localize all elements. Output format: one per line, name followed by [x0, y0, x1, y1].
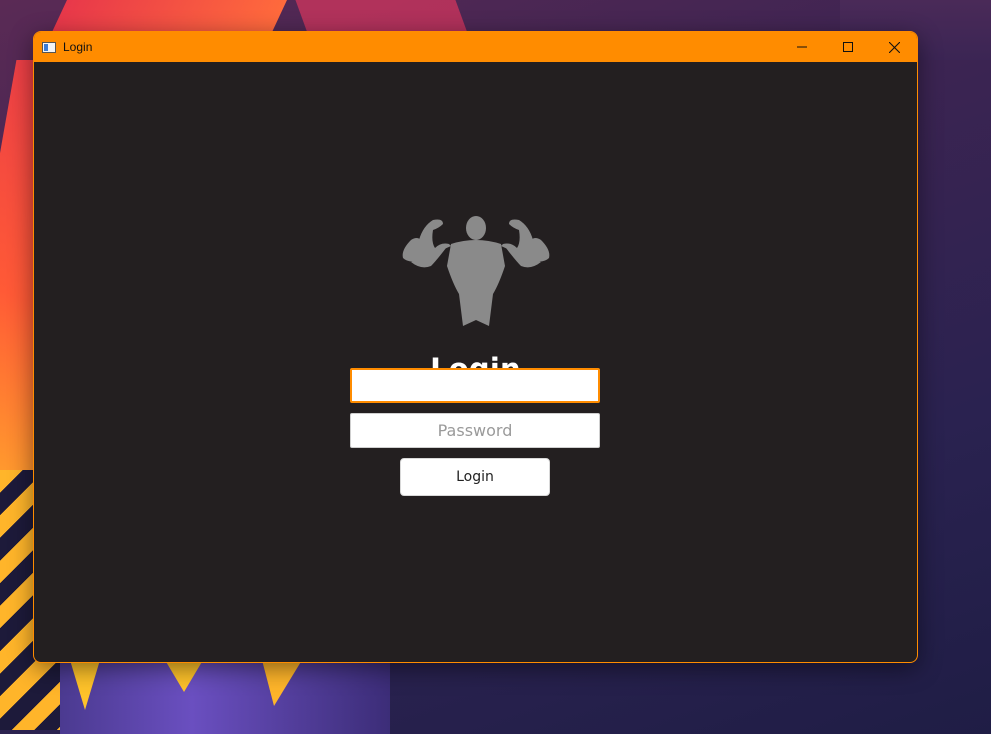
app-window-icon	[42, 41, 56, 53]
password-input[interactable]	[350, 413, 600, 448]
login-form-area: Login Login	[34, 62, 917, 662]
bodybuilder-silhouette-icon	[402, 216, 550, 326]
minimize-icon	[797, 46, 807, 48]
wallpaper-shape	[60, 655, 390, 734]
maximize-icon	[843, 42, 853, 52]
username-input[interactable]	[350, 368, 600, 403]
window-controls	[779, 32, 917, 62]
close-icon	[888, 41, 900, 53]
title-bar[interactable]: Login	[34, 32, 917, 62]
window-title: Login	[63, 40, 93, 54]
maximize-button[interactable]	[825, 32, 871, 62]
minimize-button[interactable]	[779, 32, 825, 62]
wallpaper-shape	[291, 0, 469, 35]
close-button[interactable]	[871, 32, 917, 62]
login-button[interactable]: Login	[400, 458, 550, 496]
login-window: Login Login	[33, 31, 918, 663]
